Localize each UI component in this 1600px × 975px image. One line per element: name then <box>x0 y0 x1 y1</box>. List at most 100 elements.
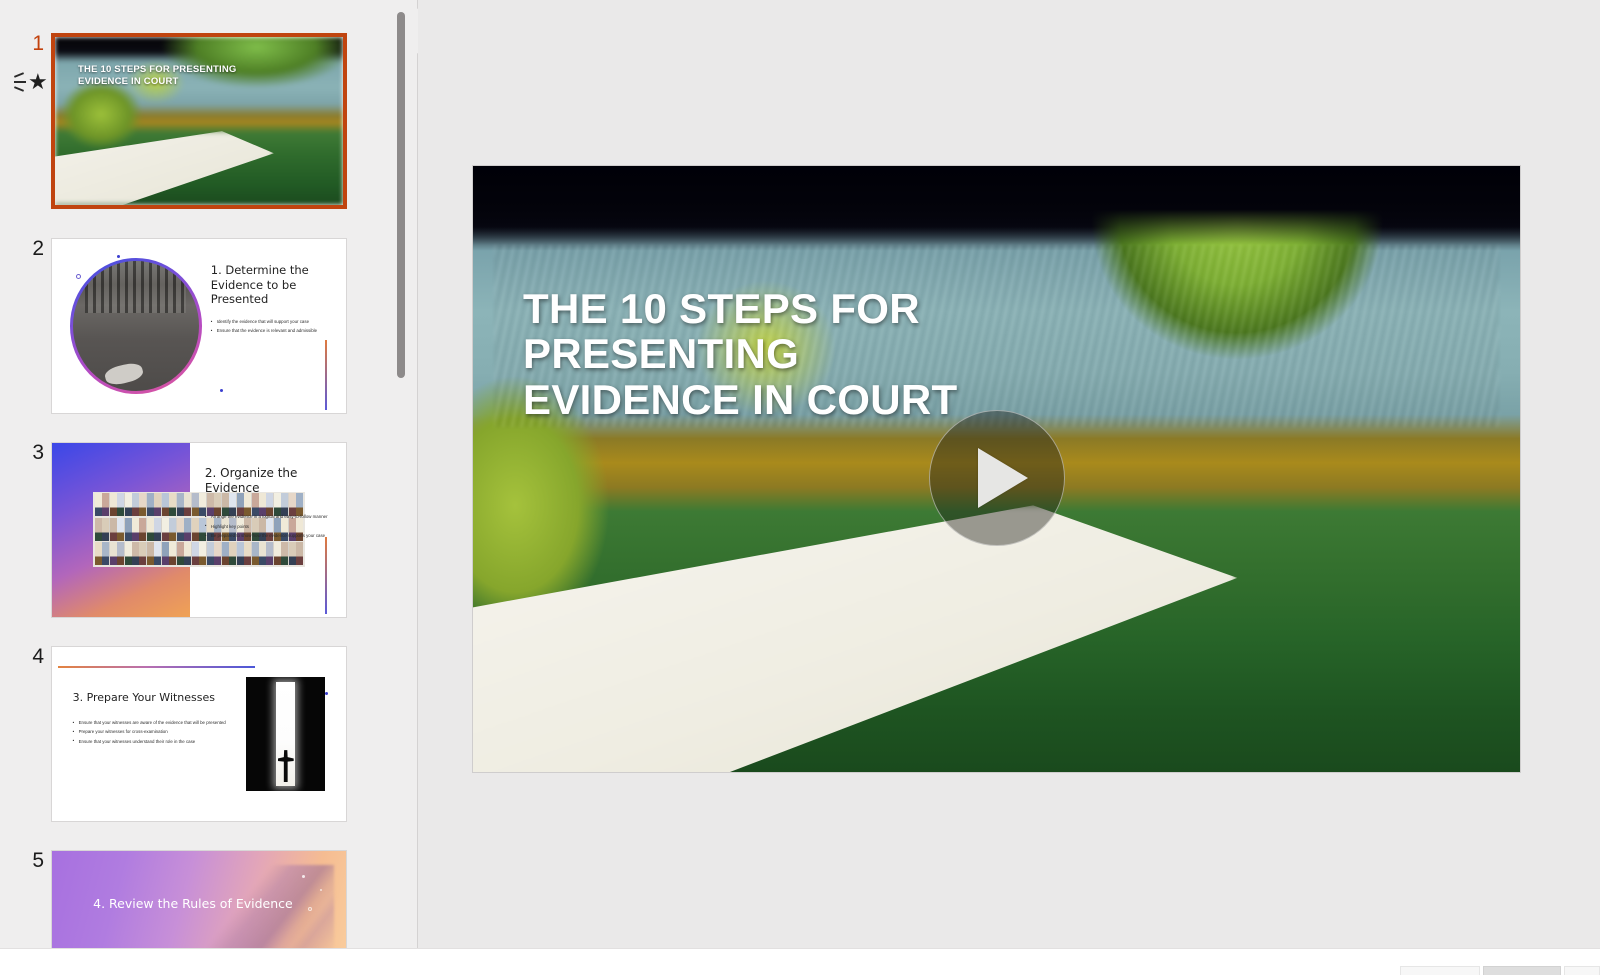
binder <box>229 493 237 517</box>
binder <box>273 493 281 517</box>
binder <box>281 493 289 517</box>
decor-dot <box>116 254 120 258</box>
decor-dot <box>307 906 312 911</box>
binder <box>176 517 184 541</box>
binder <box>139 493 147 517</box>
decor-dot <box>75 273 81 279</box>
slide-4-doorway-image <box>246 676 326 792</box>
binder <box>169 542 177 566</box>
binder <box>288 493 296 517</box>
slide-1-title-text: THE 10 STEPS FOR PRESENTING EVIDENCE IN … <box>78 63 237 88</box>
binder <box>221 493 229 517</box>
slide-2-title-text: 1. Determine the Evidence to be Presente… <box>210 263 309 307</box>
slide-title-text[interactable]: THE 10 STEPS FOR PRESENTING EVIDENCE IN … <box>523 286 983 422</box>
slide-number-1: 1 <box>32 32 44 55</box>
binder <box>146 517 154 541</box>
binder <box>296 493 304 517</box>
binder <box>259 493 266 517</box>
bullet-item: Ensure that your witnesses are aware of … <box>73 720 232 727</box>
slide-3-title-text: 2. Organize the Evidence <box>204 465 298 495</box>
slide-2-circle-image <box>69 258 202 394</box>
binder <box>199 542 207 566</box>
decor-dot <box>219 388 223 392</box>
taskbar-item[interactable] <box>1400 966 1480 975</box>
thumbnail-scrollbar-track[interactable] <box>393 0 409 948</box>
binder <box>251 542 259 566</box>
slide-thumbnail-frame[interactable]: THE 10 STEPS FOR PRESENTING EVIDENCE IN … <box>51 33 347 209</box>
binder <box>161 493 169 517</box>
binder <box>146 542 154 566</box>
decor-dot <box>325 692 329 696</box>
powerpoint-editor-window: 1 ★ THE 10 STEPS FOR PRESENTING EVIDENCE… <box>0 0 1600 975</box>
slide-thumbnail-frame[interactable]: 2. Organize the Evidence Arrange the evi… <box>51 442 347 618</box>
binder <box>94 517 102 541</box>
play-triangle-icon <box>977 448 1028 509</box>
slide-number-5: 5 <box>32 849 44 872</box>
slide-thumbnail-panel: 1 ★ THE 10 STEPS FOR PRESENTING EVIDENCE… <box>0 0 418 948</box>
status-bar <box>0 948 1600 975</box>
binder <box>176 493 184 517</box>
binder <box>184 517 192 541</box>
binder <box>124 542 132 566</box>
binder <box>214 493 222 517</box>
animation-star-icon: ★ <box>12 69 48 95</box>
binder <box>259 542 266 566</box>
binder <box>102 493 110 517</box>
binder <box>273 542 281 566</box>
binder <box>132 542 139 566</box>
binder <box>244 493 252 517</box>
slide-number-3: 3 <box>32 441 44 464</box>
binder <box>154 493 162 517</box>
binder <box>139 517 147 541</box>
bullet-item: Prepare your witnesses for cross-examina… <box>73 729 232 736</box>
binder <box>169 517 177 541</box>
binder <box>199 493 207 517</box>
slide-thumbnail-frame[interactable]: 1. Determine the Evidence to be Presente… <box>51 238 347 414</box>
binder <box>102 517 110 541</box>
bullet-item: Arrange the evidence in a logical and ea… <box>205 514 328 521</box>
taskbar-strip <box>0 966 1600 975</box>
slide-4-title-text: 3. Prepare Your Witnesses <box>72 690 216 704</box>
slide-number-2: 2 <box>32 237 44 260</box>
thumbnail-scrollbar-thumb[interactable] <box>397 12 405 378</box>
binder <box>176 542 184 566</box>
decor-dot <box>319 889 322 892</box>
binder <box>132 517 139 541</box>
slide-editing-stage: THE 10 STEPS FOR PRESENTING EVIDENCE IN … <box>418 0 1600 948</box>
binder <box>184 493 192 517</box>
binder <box>288 542 296 566</box>
play-video-button[interactable] <box>928 410 1065 547</box>
binder <box>154 517 162 541</box>
current-slide-canvas[interactable]: THE 10 STEPS FOR PRESENTING EVIDENCE IN … <box>473 166 1520 772</box>
accent-line <box>325 536 327 614</box>
binder <box>102 542 110 566</box>
binder <box>94 542 102 566</box>
binder <box>109 493 117 517</box>
taskbar-item-active[interactable] <box>1483 966 1561 975</box>
slide-thumbnail-frame[interactable]: 4. Review the Rules of Evidence Understa… <box>51 850 347 948</box>
binder <box>184 542 192 566</box>
binder <box>191 493 199 517</box>
binder <box>132 493 139 517</box>
accent-line <box>57 666 255 668</box>
binder <box>117 493 125 517</box>
binder <box>214 542 222 566</box>
bullet-item: Ensure that your witnesses understand th… <box>73 738 232 745</box>
binder <box>296 542 304 566</box>
binder <box>229 542 237 566</box>
binder <box>281 542 289 566</box>
binder <box>94 493 102 517</box>
binder <box>191 542 199 566</box>
binder <box>109 542 117 566</box>
taskbar-item[interactable] <box>1564 966 1600 975</box>
slide-3-bullets: Arrange the evidence in a logical and ea… <box>205 514 328 542</box>
slide-thumbnail-frame[interactable]: 3. Prepare Your Witnesses Ensure that yo… <box>51 646 347 822</box>
binder <box>221 542 229 566</box>
slide-2-bullets: Identify the evidence that will support … <box>211 319 329 338</box>
binder <box>191 517 199 541</box>
binder <box>154 542 162 566</box>
binder <box>124 493 132 517</box>
binder <box>206 542 214 566</box>
binder <box>146 493 154 517</box>
binder <box>124 517 132 541</box>
